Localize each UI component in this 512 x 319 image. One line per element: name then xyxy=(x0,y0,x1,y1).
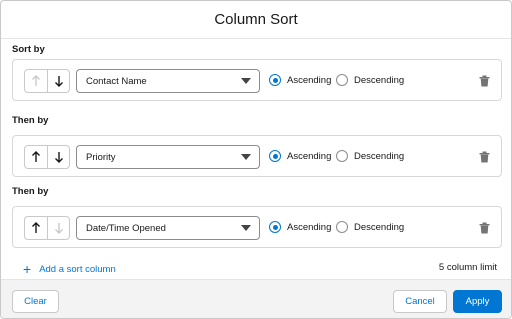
trash-icon[interactable] xyxy=(479,151,490,163)
arrow-down-icon xyxy=(54,152,63,163)
ascending-radio[interactable]: Ascending xyxy=(269,150,331,162)
modal-body: Sort by Contact Name Ascending Descendin… xyxy=(1,39,511,279)
move-down-button[interactable] xyxy=(47,217,69,239)
reorder-buttons xyxy=(24,216,70,240)
descending-label: Descending xyxy=(354,221,405,233)
modal-footer: Clear Cancel Apply xyxy=(1,279,511,318)
ascending-radio[interactable]: Ascending xyxy=(269,221,331,233)
sort-row: Contact Name Ascending Descending xyxy=(12,59,502,101)
modal-title: Column Sort xyxy=(214,11,298,28)
sort-field-value: Contact Name xyxy=(86,75,147,87)
add-sort-column-label: Add a sort column xyxy=(39,263,116,275)
sort-row: Priority Ascending Descending xyxy=(12,135,502,177)
arrow-up-icon xyxy=(32,75,40,86)
move-down-button[interactable] xyxy=(47,146,69,168)
descending-radio[interactable]: Descending xyxy=(336,150,404,162)
arrow-up-icon xyxy=(32,151,40,162)
move-up-button[interactable] xyxy=(25,217,47,239)
column-sort-modal: Column Sort Sort by Contact Name Ascendi… xyxy=(0,0,512,319)
sort-field-select[interactable]: Date/Time Opened xyxy=(76,216,260,240)
radio-unselected-icon xyxy=(336,74,348,86)
descending-radio[interactable]: Descending xyxy=(336,74,404,86)
reorder-buttons xyxy=(24,145,70,169)
descending-label: Descending xyxy=(354,150,405,162)
modal-header: Column Sort xyxy=(1,1,511,39)
add-sort-column-link[interactable]: + Add a sort column xyxy=(23,262,116,276)
sort-field-select[interactable]: Contact Name xyxy=(76,69,260,93)
reorder-buttons xyxy=(24,69,70,93)
then-by-label: Then by xyxy=(12,186,49,197)
move-down-button[interactable] xyxy=(47,70,69,92)
cancel-button[interactable]: Cancel xyxy=(393,290,447,313)
ascending-label: Ascending xyxy=(287,221,332,233)
apply-button[interactable]: Apply xyxy=(453,290,502,313)
sort-by-label: Sort by xyxy=(12,44,45,55)
descending-label: Descending xyxy=(354,74,405,86)
move-up-button[interactable] xyxy=(25,70,47,92)
trash-icon[interactable] xyxy=(479,222,490,234)
radio-selected-icon xyxy=(269,221,281,233)
arrow-up-icon xyxy=(32,222,40,233)
chevron-down-icon xyxy=(241,225,251,231)
radio-selected-icon xyxy=(269,74,281,86)
ascending-label: Ascending xyxy=(287,150,332,162)
arrow-down-icon xyxy=(54,76,63,87)
sort-field-value: Priority xyxy=(86,151,116,163)
plus-icon: + xyxy=(23,261,32,277)
radio-unselected-icon xyxy=(336,221,348,233)
sort-row: Date/Time Opened Ascending Descending xyxy=(12,206,502,248)
arrow-down-icon xyxy=(54,223,63,234)
clear-button[interactable]: Clear xyxy=(12,290,59,313)
ascending-radio[interactable]: Ascending xyxy=(269,74,331,86)
move-up-button[interactable] xyxy=(25,146,47,168)
chevron-down-icon xyxy=(241,78,251,84)
radio-unselected-icon xyxy=(336,150,348,162)
sort-field-select[interactable]: Priority xyxy=(76,145,260,169)
radio-selected-icon xyxy=(269,150,281,162)
ascending-label: Ascending xyxy=(287,74,332,86)
then-by-label: Then by xyxy=(12,115,49,126)
descending-radio[interactable]: Descending xyxy=(336,221,404,233)
trash-icon[interactable] xyxy=(479,75,490,87)
chevron-down-icon xyxy=(241,154,251,160)
column-limit-text: 5 column limit xyxy=(438,262,497,273)
sort-field-value: Date/Time Opened xyxy=(86,222,166,234)
